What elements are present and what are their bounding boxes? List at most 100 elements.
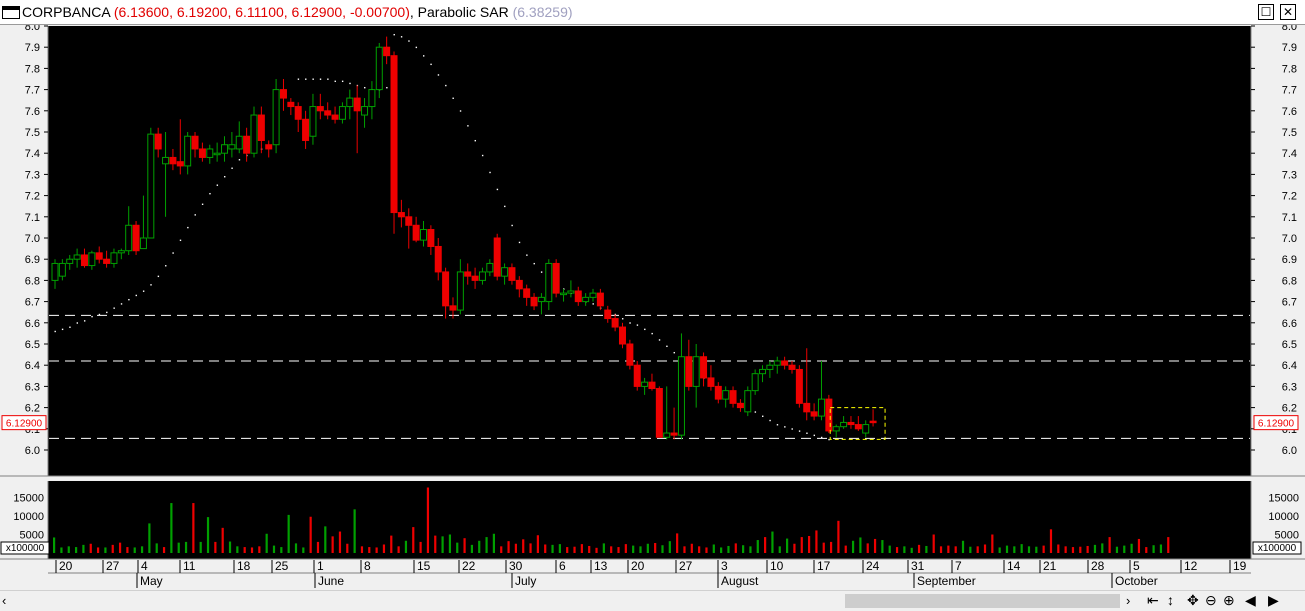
candle-body xyxy=(147,133,155,239)
sar-dot xyxy=(474,139,476,142)
candle[interactable] xyxy=(825,394,833,434)
zoom-out-icon[interactable]: ⊖ xyxy=(1205,592,1217,609)
scrollbar-thumb[interactable] xyxy=(845,594,1120,608)
sar-dot xyxy=(216,184,219,186)
volume-bar xyxy=(705,547,708,553)
price-tick-label-right: 7.4 xyxy=(1282,148,1297,160)
candle[interactable] xyxy=(493,233,501,281)
volume-bar xyxy=(822,542,825,553)
price-tick-label-right: 6.5 xyxy=(1282,339,1297,351)
candle[interactable] xyxy=(132,221,140,255)
sar-dot xyxy=(61,328,64,331)
volume-bar xyxy=(573,546,576,553)
volume-bar xyxy=(771,531,774,553)
horizontal-scrollbar[interactable]: ‹ › ⇤ ↕ ✥ ⊖ ⊕ ◀ ▶ xyxy=(0,590,1305,611)
volume-bar xyxy=(1123,545,1126,553)
volume-bar xyxy=(976,546,979,553)
price-panel xyxy=(48,26,1251,476)
volume-bar xyxy=(338,531,342,553)
candle[interactable] xyxy=(390,51,398,234)
sar-dot xyxy=(69,326,71,328)
month-label: June xyxy=(318,574,344,588)
scroll-left-arrow[interactable]: ‹ xyxy=(2,593,6,608)
candle-body xyxy=(773,360,781,366)
sar-dot xyxy=(364,86,366,89)
sar-dot xyxy=(400,36,403,38)
volume-bar xyxy=(514,543,517,553)
volume-bar xyxy=(1101,543,1104,553)
volume-bar xyxy=(712,544,715,553)
fit-vertical-icon[interactable]: ↕ xyxy=(1167,592,1174,608)
volume-bar xyxy=(998,547,1001,553)
chart-area[interactable]: 8.18.07.97.87.77.67.57.47.37.27.17.06.96… xyxy=(0,25,1305,590)
candle-body xyxy=(545,262,553,303)
candle[interactable] xyxy=(375,42,383,99)
candle-body xyxy=(125,224,133,252)
price-tick-label-right: 7.3 xyxy=(1282,169,1297,181)
candle[interactable] xyxy=(272,79,280,154)
volume-bar xyxy=(126,547,129,553)
price-tick-label-left: 6.6 xyxy=(25,318,40,330)
last-price-tag-left: 6.12900 xyxy=(1,415,47,431)
sar-dot xyxy=(445,84,447,87)
candle[interactable] xyxy=(618,322,626,349)
candle[interactable] xyxy=(633,360,641,391)
volume-bar xyxy=(683,546,686,553)
sar-dot xyxy=(437,74,440,76)
candle[interactable] xyxy=(655,386,663,438)
sar-dot xyxy=(784,426,786,428)
candle-body xyxy=(213,152,221,156)
move-icon[interactable]: ✥ xyxy=(1187,592,1199,609)
price-tick-label-left: 7.6 xyxy=(25,106,40,118)
price-tick-label-right: 6.3 xyxy=(1282,381,1297,393)
price-tick-label-left: 6.7 xyxy=(25,297,40,309)
volume-bar xyxy=(148,523,151,553)
sar-dot xyxy=(621,318,624,320)
close-button[interactable]: ✕ xyxy=(1280,4,1296,20)
scroll-left-icon[interactable]: ◀ xyxy=(1245,592,1256,609)
volume-bar xyxy=(925,545,928,553)
candle-body xyxy=(582,296,590,303)
scroll-right-icon[interactable]: ▶ xyxy=(1268,592,1279,609)
volume-bar xyxy=(661,545,664,553)
volume-bar xyxy=(214,541,217,553)
sar-dot xyxy=(511,224,513,227)
sar-dot xyxy=(452,97,454,99)
candle[interactable] xyxy=(795,365,803,408)
price-tick-label-right: 6.6 xyxy=(1282,318,1297,330)
candle[interactable] xyxy=(147,127,155,239)
scroll-to-start-icon[interactable]: ⇤ xyxy=(1147,592,1159,609)
candle-body xyxy=(243,135,251,154)
volume-bar xyxy=(287,514,290,553)
volume-bar xyxy=(610,546,613,553)
volume-bar xyxy=(873,538,877,553)
candle[interactable] xyxy=(751,369,759,395)
candle[interactable] xyxy=(744,386,752,417)
candle-body xyxy=(294,106,302,120)
price-tick-label-left: 7.1 xyxy=(25,212,40,224)
scroll-right-arrow[interactable]: › xyxy=(1126,593,1130,608)
candle-body xyxy=(427,229,435,247)
sar-dot xyxy=(820,436,823,439)
volume-bar xyxy=(991,534,994,553)
sar-dot xyxy=(76,322,79,324)
volume-bar xyxy=(170,503,173,553)
volume-bar xyxy=(624,544,627,553)
volume-bar xyxy=(558,544,561,553)
candle-body xyxy=(722,390,730,400)
candle-body xyxy=(265,144,273,150)
volume-bar xyxy=(698,546,701,553)
candle-body xyxy=(375,46,383,91)
candle[interactable] xyxy=(626,339,634,370)
candle-body xyxy=(825,398,833,432)
candle-body xyxy=(847,421,855,426)
candle-body xyxy=(154,133,162,150)
volume-bar xyxy=(397,546,400,553)
zoom-in-icon[interactable]: ⊕ xyxy=(1223,592,1235,609)
volume-bar xyxy=(778,546,781,553)
candle[interactable] xyxy=(552,259,560,298)
indicator-value: (6.38259) xyxy=(512,4,573,20)
sar-dot xyxy=(644,328,646,331)
candle-body xyxy=(862,424,870,434)
maximize-button[interactable]: ☐ xyxy=(1258,4,1274,20)
